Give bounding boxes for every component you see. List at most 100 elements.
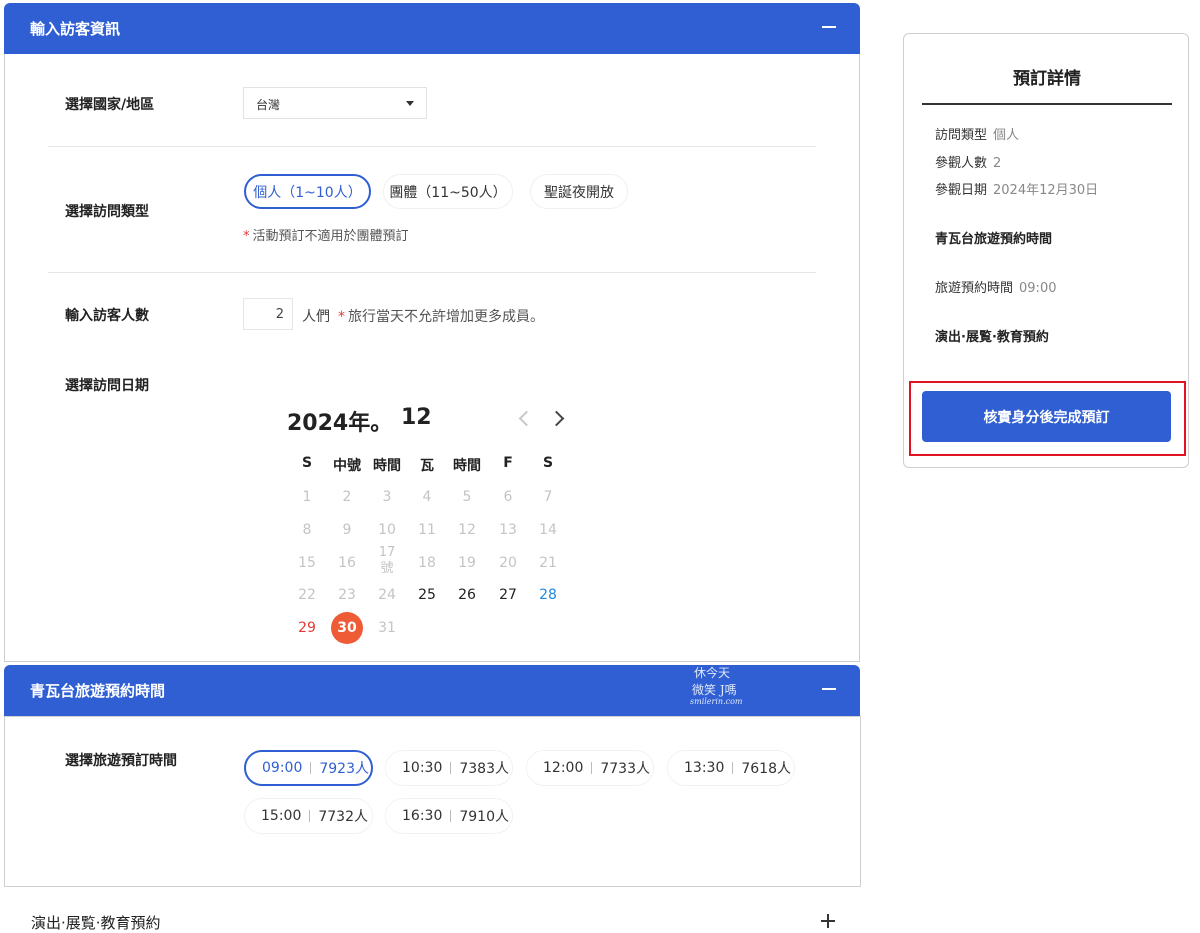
calendar-day: 7 — [543, 489, 553, 505]
time-slot-time: 15:00 — [261, 808, 302, 824]
time-slot[interactable]: 10:30 7383人 — [385, 750, 513, 786]
time-slot-count: 7733人 — [600, 761, 650, 777]
calendar-day: 13 — [499, 522, 517, 538]
chevron-left-icon[interactable] — [516, 409, 532, 429]
calendar-day[interactable]: 27 — [488, 580, 528, 610]
summary-visit-date-key: 參觀日期 — [935, 183, 988, 198]
summary-tour-time-key: 旅遊預約時間 — [935, 281, 1014, 296]
time-slot-time: 09:00 — [262, 760, 303, 776]
plus-icon[interactable] — [821, 914, 835, 928]
country-select-value: 台灣 — [256, 98, 281, 112]
separator — [450, 762, 452, 774]
separator — [310, 762, 312, 774]
visit-type-group[interactable]: 團體（11~50人） — [383, 174, 513, 209]
calendar-day: 15 — [298, 555, 316, 571]
calendar-month: 12 — [401, 405, 432, 430]
visit-type-label: 選擇訪問類型 — [65, 204, 149, 220]
visitor-count-unit: 人們 — [302, 309, 330, 325]
visitor-info-title: 輸入訪客資訊 — [30, 20, 121, 38]
time-slot[interactable]: 13:30 7618人 — [667, 750, 795, 786]
calendar-day: 11 — [418, 522, 436, 538]
calendar-year: 2024年。 — [287, 411, 393, 436]
calendar-day: 19 — [458, 555, 476, 571]
weekday-header: 瓦 — [420, 458, 434, 474]
separator — [732, 762, 734, 774]
calendar-day[interactable]: 29 — [287, 613, 327, 643]
time-slot[interactable]: 15:00 7732人 — [244, 798, 373, 834]
weekday-header: S — [301, 455, 313, 471]
weekday-header: 中號 — [333, 458, 361, 474]
collapse-icon[interactable] — [822, 20, 836, 34]
calendar-day: 21 — [539, 555, 557, 571]
calendar-day: 8 — [302, 522, 312, 538]
calendar-day: 2 — [342, 489, 352, 505]
calendar-day: 17號 — [378, 545, 396, 576]
separator — [450, 810, 452, 822]
visitor-info-header[interactable]: 輸入訪客資訊 — [4, 3, 860, 54]
calendar-day: 23 — [338, 587, 356, 603]
time-slot-time: 12:00 — [543, 760, 584, 776]
weekday-header: 時間 — [373, 458, 401, 474]
tour-time-title: 青瓦台旅遊預約時間 — [30, 682, 166, 700]
divider — [922, 103, 1172, 105]
calendar-day: 31 — [378, 620, 396, 636]
calendar-day: 9 — [342, 522, 352, 538]
calendar-day: 12 — [458, 522, 476, 538]
summary-tour-time-value: 09:00 — [1019, 281, 1057, 296]
watermark-line1: 休今天 — [694, 666, 731, 680]
calendar-day-selected[interactable]: 30 — [327, 612, 367, 644]
time-slot-count: 7383人 — [459, 761, 509, 777]
tour-time-label: 選擇旅遊預訂時間 — [65, 753, 177, 769]
weekday-header: F — [503, 455, 513, 471]
calendar-day: 18 — [418, 555, 436, 571]
calendar-day: 24 — [378, 587, 396, 603]
calendar-day: 3 — [382, 489, 392, 505]
visit-type-individual[interactable]: 個人（1~10人） — [244, 174, 371, 209]
visit-type-christmas-label: 聖誕夜開放 — [544, 184, 614, 201]
summary-tour-heading: 青瓦台旅遊預約時間 — [935, 232, 1053, 247]
required-star-icon: * — [338, 309, 345, 325]
collapse-icon[interactable] — [822, 682, 836, 696]
summary-visit-type-key: 訪問類型 — [935, 128, 988, 143]
calendar-day: 5 — [462, 489, 472, 505]
calendar-day[interactable]: 28 — [528, 580, 568, 610]
time-slot-time: 10:30 — [402, 760, 443, 776]
calendar-day[interactable]: 26 — [447, 580, 487, 610]
visit-type-group-label: 團體（11~50人） — [389, 184, 507, 201]
performance-section-title[interactable]: 演出·展覧·教育預約 — [31, 912, 161, 933]
time-slot-count: 7618人 — [741, 761, 791, 777]
calendar-day: 10 — [378, 522, 396, 538]
time-slot-time: 16:30 — [402, 808, 443, 824]
divider — [48, 272, 816, 273]
watermark-line2: 微笑 J嗎 — [692, 683, 737, 697]
chevron-right-icon[interactable] — [550, 409, 566, 429]
summary-visitor-count-key: 參觀人數 — [935, 156, 988, 171]
weekday-header: 時間 — [453, 458, 481, 474]
visit-type-note: * 活動預訂不適用於團體預訂 — [243, 225, 409, 244]
weekday-header: S — [542, 455, 554, 471]
time-slot-count: 7923人 — [319, 761, 369, 777]
booking-summary-title: 預訂詳情 — [1013, 69, 1081, 89]
country-label: 選擇國家/地區 — [65, 97, 155, 113]
country-select[interactable]: 台灣 — [243, 87, 427, 119]
visit-type-individual-label: 個人（1~10人） — [253, 184, 362, 201]
calendar-day: 1 — [302, 489, 312, 505]
time-slot[interactable]: 09:00 7923人 — [244, 750, 373, 786]
calendar-day: 16 — [338, 555, 356, 571]
complete-booking-button[interactable]: 核實身分後完成預訂 — [922, 391, 1171, 442]
visit-type-christmas[interactable]: 聖誕夜開放 — [530, 174, 628, 209]
separator — [309, 810, 311, 822]
visitor-count-label: 輸入訪客人數 — [65, 308, 149, 324]
calendar-day: 22 — [298, 587, 316, 603]
visit-date-label: 選擇訪問日期 — [65, 378, 149, 394]
calendar-day: 20 — [499, 555, 517, 571]
time-slot[interactable]: 12:00 7733人 — [526, 750, 654, 786]
summary-performance-heading: 演出·展覧·教育預約 — [935, 330, 1049, 345]
visitor-count-input[interactable]: 2 — [243, 298, 293, 330]
summary-visit-type-value: 個人 — [993, 128, 1020, 143]
summary-visitor-count: 參觀人數 2 — [935, 152, 1001, 171]
visitor-count-note: * 旅行當天不允許增加更多成員。 — [338, 306, 544, 326]
calendar-day[interactable]: 25 — [407, 580, 447, 610]
visit-type-note-text: 活動預訂不適用於團體預訂 — [252, 229, 409, 244]
time-slot[interactable]: 16:30 7910人 — [385, 798, 513, 834]
